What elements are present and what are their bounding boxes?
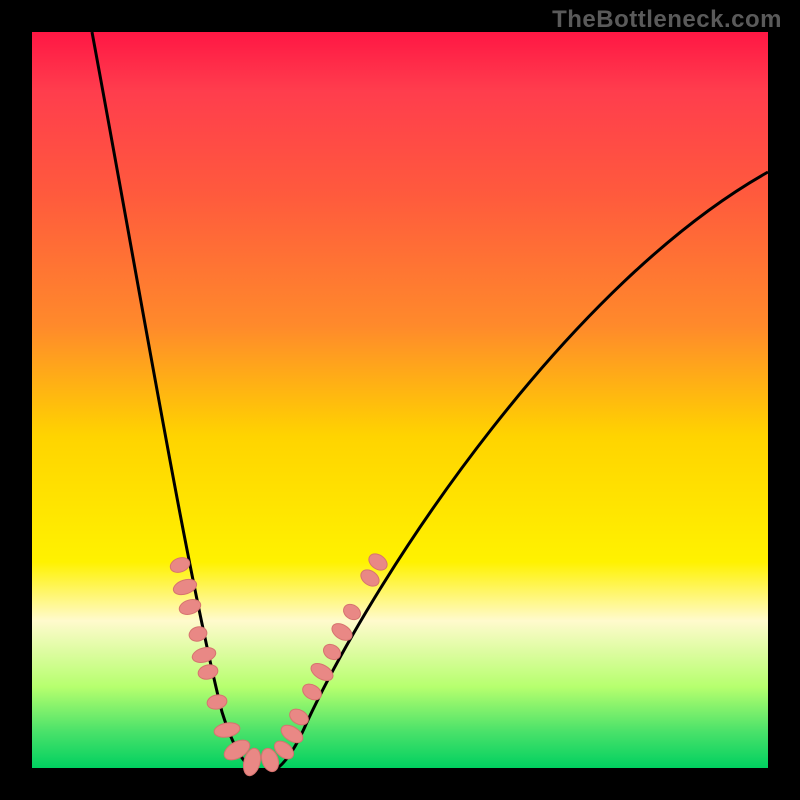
curve-marker [287, 706, 311, 728]
curve-marker [206, 693, 228, 711]
main-curve [92, 32, 768, 773]
chart-svg [32, 32, 768, 768]
chart-frame: TheBottleneck.com [0, 0, 800, 800]
curve-marker [300, 681, 324, 703]
curve-marker [191, 645, 218, 665]
curve-marker [213, 721, 241, 739]
curve-marker [197, 663, 220, 681]
marker-layer [168, 551, 390, 778]
watermark-text: TheBottleneck.com [552, 6, 782, 34]
plot-area [32, 32, 768, 768]
curve-marker [308, 660, 336, 684]
